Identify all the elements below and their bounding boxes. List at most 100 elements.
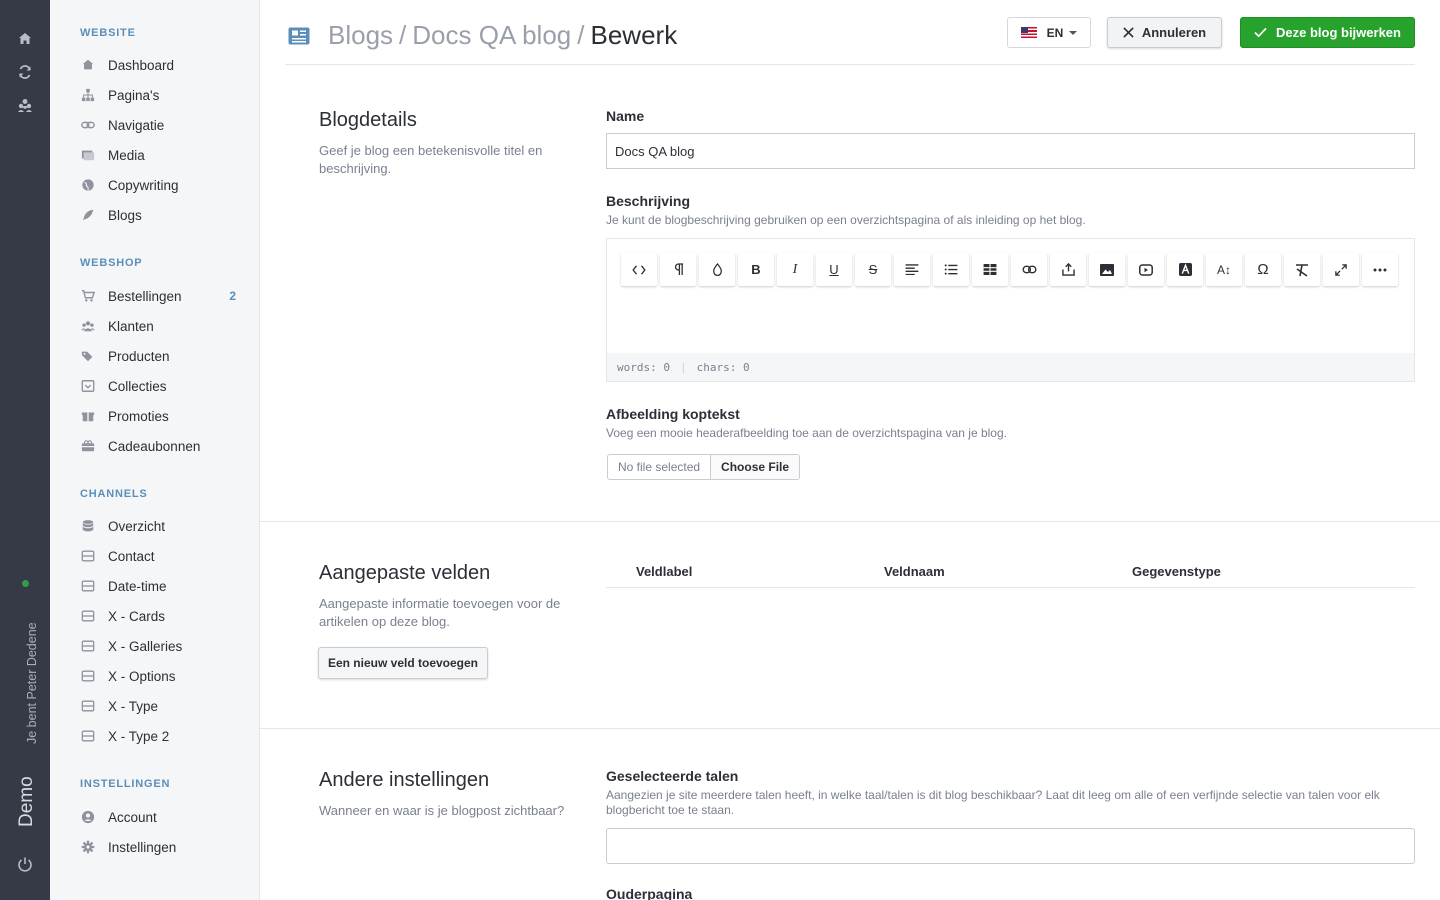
sidebar-item-dashboard[interactable]: Dashboard	[80, 53, 250, 77]
name-input[interactable]: Docs QA blog	[606, 133, 1415, 169]
sidebar-item-x-type[interactable]: X - Type	[80, 694, 250, 718]
sidebar-item-navigation[interactable]: Navigatie	[80, 113, 250, 137]
sidebar-item-label: Pagina's	[108, 87, 160, 103]
box-icon	[80, 548, 96, 564]
languages-select[interactable]	[606, 828, 1415, 864]
sidebar-item-x-galleries[interactable]: X - Galleries	[80, 634, 250, 658]
file-status: No file selected	[608, 455, 712, 479]
tags-icon	[80, 348, 96, 364]
upload-icon[interactable]	[1050, 253, 1086, 286]
column-header-label[interactable]: Veldlabel	[636, 564, 692, 579]
caret-down-icon	[1069, 30, 1078, 35]
box-icon	[80, 698, 96, 714]
update-blog-label: Deze blog bijwerken	[1276, 25, 1401, 40]
sidebar-item-products[interactable]: Producten	[80, 344, 250, 368]
sidebar-section-settings: INSTELLINGEN	[80, 778, 171, 790]
site-name[interactable]: Demo	[16, 776, 38, 827]
align-icon[interactable]	[894, 253, 930, 286]
sidebar-item-overview[interactable]: Overzicht	[80, 514, 250, 538]
choose-file-button[interactable]: Choose File	[711, 455, 800, 479]
font-size-icon[interactable]: A↕	[1206, 253, 1242, 286]
sidebar-item-account[interactable]: Account	[80, 805, 250, 829]
font-icon[interactable]	[1167, 253, 1203, 286]
language-dropdown[interactable]: EN	[1007, 17, 1091, 48]
sidebar-item-x-type-2[interactable]: X - Type 2	[80, 724, 250, 748]
sidebar-item-customers[interactable]: Klanten	[80, 314, 250, 338]
sidebar-item-label: Instellingen	[108, 839, 177, 855]
text-color-icon[interactable]	[699, 253, 735, 286]
column-header-type[interactable]: Gegevenstype	[1132, 564, 1221, 579]
editor-toolbar: B I U S A↕ Ω	[621, 253, 1398, 286]
underline-icon[interactable]: U	[816, 253, 852, 286]
table-icon[interactable]	[972, 253, 1008, 286]
char-count: chars: 0	[696, 360, 750, 374]
breadcrumb-blog-name[interactable]: Docs QA blog	[412, 20, 571, 50]
table-header-divider	[606, 587, 1415, 588]
sidebar-item-label: Dashboard	[108, 57, 175, 73]
current-user-label: Je bent Peter Dedene	[25, 622, 39, 744]
newspaper-icon	[288, 26, 310, 46]
more-icon[interactable]	[1362, 253, 1398, 286]
rich-text-editor[interactable]: B I U S A↕ Ω words: 0 | chars: 0	[606, 238, 1415, 382]
feather-icon	[80, 207, 96, 223]
sidebar-item-label: Klanten	[108, 318, 154, 334]
editor-status-bar: words: 0 | chars: 0	[607, 353, 1414, 381]
users-icon[interactable]	[17, 97, 33, 113]
image-icon[interactable]	[1089, 253, 1125, 286]
column-header-name[interactable]: Veldnaam	[884, 564, 945, 579]
sidebar-item-x-options[interactable]: X - Options	[80, 664, 250, 688]
sidebar-item-copywriting[interactable]: Copywriting	[80, 173, 250, 197]
sidebar-item-label: Bestellingen	[108, 288, 182, 304]
clear-format-icon[interactable]	[1284, 253, 1320, 286]
breadcrumb-separator: /	[399, 20, 407, 50]
sidebar-item-media[interactable]: Media	[80, 143, 250, 167]
box-icon	[80, 608, 96, 624]
languages-label: Geselecteerde talen	[606, 768, 739, 784]
code-view-icon[interactable]	[621, 253, 657, 286]
sidebar-item-pages[interactable]: Pagina's	[80, 83, 250, 107]
refresh-icon[interactable]	[17, 64, 33, 80]
link-icon[interactable]	[1011, 253, 1047, 286]
check-icon	[1254, 27, 1267, 38]
cart-icon	[80, 288, 96, 304]
section-title-details: Blogdetails	[319, 109, 417, 131]
us-flag-icon	[1020, 27, 1037, 38]
video-icon[interactable]	[1128, 253, 1164, 286]
update-blog-button[interactable]: Deze blog bijwerken	[1240, 17, 1415, 48]
power-icon[interactable]	[17, 856, 33, 872]
sidebar-item-settings[interactable]: Instellingen	[80, 835, 250, 859]
fullscreen-icon[interactable]	[1323, 253, 1359, 286]
word-count: words: 0	[617, 360, 670, 374]
sidebar-item-collections[interactable]: Collecties	[80, 374, 250, 398]
sidebar-item-orders[interactable]: Bestellingen 2	[80, 284, 250, 308]
section-divider	[260, 521, 1440, 522]
breadcrumb-blogs[interactable]: Blogs	[328, 20, 393, 50]
name-label: Name	[606, 108, 645, 124]
sidebar-item-contact[interactable]: Contact	[80, 544, 250, 568]
box-icon	[80, 728, 96, 744]
sidebar-item-x-cards[interactable]: X - Cards	[80, 604, 250, 628]
languages-help: Aangezien je site meerdere talen heeft, …	[606, 788, 1380, 817]
collection-icon	[80, 378, 96, 394]
bold-icon[interactable]: B	[738, 253, 774, 286]
cancel-button[interactable]: Annuleren	[1107, 17, 1222, 48]
online-status-dot	[22, 580, 29, 587]
globe-icon	[80, 177, 96, 193]
sidebar-item-blogs[interactable]: Blogs	[80, 203, 250, 227]
strikethrough-icon[interactable]: S	[855, 253, 891, 286]
section-title-other-settings: Andere instellingen	[319, 769, 490, 791]
special-char-icon[interactable]: Ω	[1245, 253, 1281, 286]
home-icon[interactable]	[17, 31, 33, 47]
paragraph-icon[interactable]	[660, 253, 696, 286]
section-desc-other-settings: Wanneer en waar is je blogpost zichtbaar…	[319, 803, 565, 818]
sidebar-item-promotions[interactable]: Promoties	[80, 404, 250, 428]
italic-icon[interactable]: I	[777, 253, 813, 286]
section-desc-custom-fields: Aangepaste informatie toevoegen voor de …	[319, 596, 561, 629]
images-icon	[80, 147, 96, 163]
list-icon[interactable]	[933, 253, 969, 286]
sidebar-item-giftcards[interactable]: Cadeaubonnen	[80, 434, 250, 458]
file-input[interactable]: No file selected Choose File	[607, 454, 801, 480]
sidebar-item-date-time[interactable]: Date-time	[80, 574, 250, 598]
add-field-button[interactable]: Een nieuw veld toevoegen	[318, 647, 488, 679]
page-header: Blogs / Docs QA blog / Bewerk EN Annuleren D…	[285, 0, 1415, 65]
